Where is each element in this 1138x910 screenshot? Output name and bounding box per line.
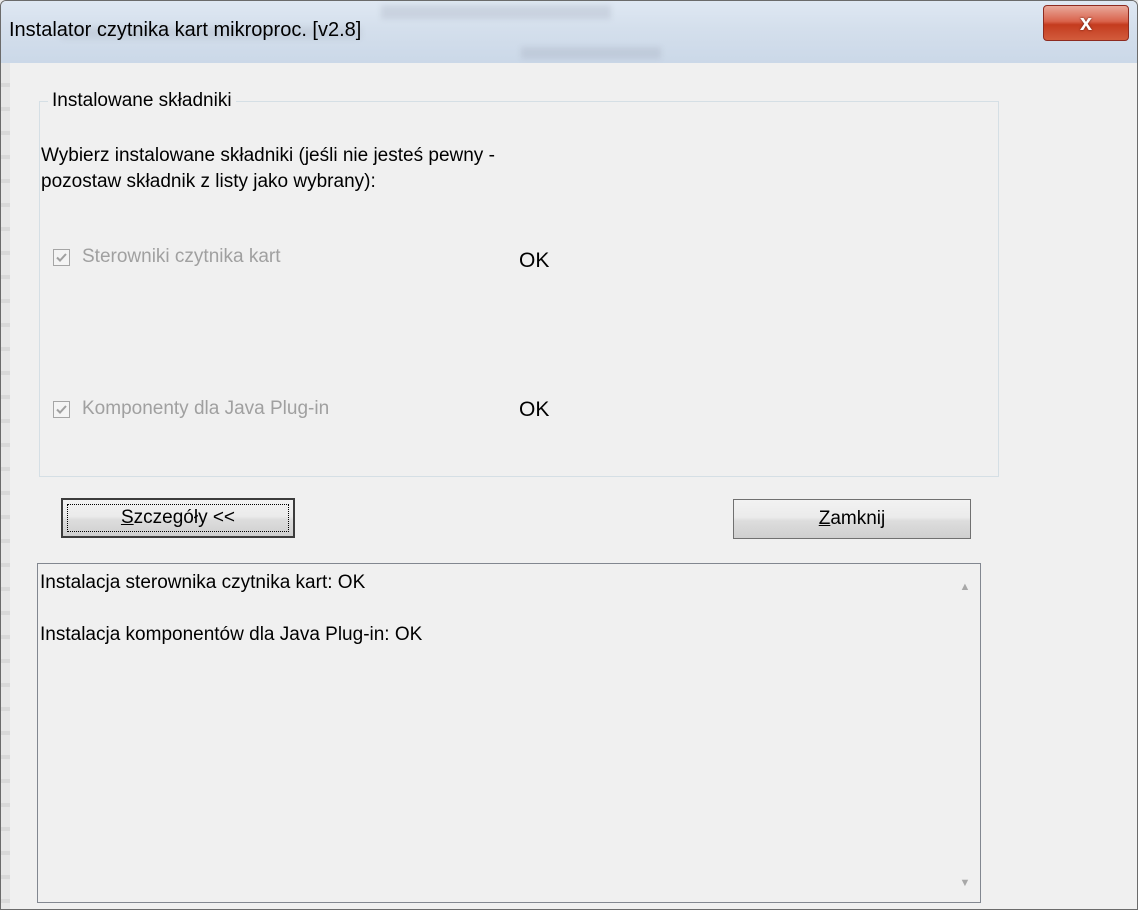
instructions-text: Wybierz instalowane składniki (jeśli nie… — [41, 143, 495, 195]
window-left-edge — [1, 63, 10, 909]
details-label-rest: zczegóły << — [133, 507, 236, 528]
log-line: Instalacja sterownika czytnika kart: OK — [40, 572, 366, 593]
component-row-drivers: Sterowniki czytnika kart — [53, 246, 281, 268]
checkmark-icon — [56, 404, 67, 414]
java-plugin-label: Komponenty dla Java Plug-in — [82, 398, 330, 419]
dialog-client-area: Instalowane składniki Wybierz instalowan… — [11, 63, 1129, 909]
installer-window: Instalator czytnika kart mikroproc. [v2.… — [0, 0, 1138, 910]
drivers-checkbox[interactable] — [53, 248, 70, 266]
instructions-line-2: pozostaw składnik z listy jako wybrany): — [41, 171, 376, 192]
details-button[interactable]: Szczegóły << — [61, 498, 295, 538]
java-plugin-status: OK — [519, 398, 550, 421]
window-title: Instalator czytnika kart mikroproc. [v2.… — [9, 19, 362, 41]
scroll-up-arrow-icon[interactable]: ▲ — [950, 572, 980, 602]
close-mnemonic: Z — [818, 508, 831, 529]
close-icon: x — [1079, 10, 1093, 35]
component-row-java: Komponenty dla Java Plug-in — [53, 398, 329, 420]
log-line: Instalacja komponentów dla Java Plug-in:… — [40, 624, 423, 645]
drivers-status: OK — [519, 249, 550, 272]
scroll-down-arrow-icon[interactable]: ▼ — [950, 868, 980, 898]
instructions-line-1: Wybierz instalowane składniki (jeśli nie… — [41, 145, 495, 166]
background-blur — [381, 5, 611, 19]
details-mnemonic: S — [120, 507, 134, 528]
title-bar[interactable]: Instalator czytnika kart mikroproc. [v2.… — [1, 1, 1137, 63]
group-legend: Instalowane składniki — [48, 90, 236, 112]
close-label-rest: amknij — [830, 508, 886, 529]
checkmark-icon — [56, 252, 67, 262]
background-blur — [521, 47, 661, 59]
close-button-label: Zamknij — [819, 508, 886, 530]
details-button-label: Szczegóły << — [121, 507, 235, 529]
close-window-button[interactable]: x — [1043, 5, 1129, 41]
log-scrollbar[interactable]: ▲ ▼ — [950, 564, 980, 902]
close-button[interactable]: Zamknij — [733, 499, 971, 539]
details-log[interactable]: Instalacja sterownika czytnika kart: OK … — [37, 563, 981, 903]
java-plugin-checkbox[interactable] — [53, 400, 70, 418]
drivers-label: Sterowniki czytnika kart — [82, 246, 281, 267]
